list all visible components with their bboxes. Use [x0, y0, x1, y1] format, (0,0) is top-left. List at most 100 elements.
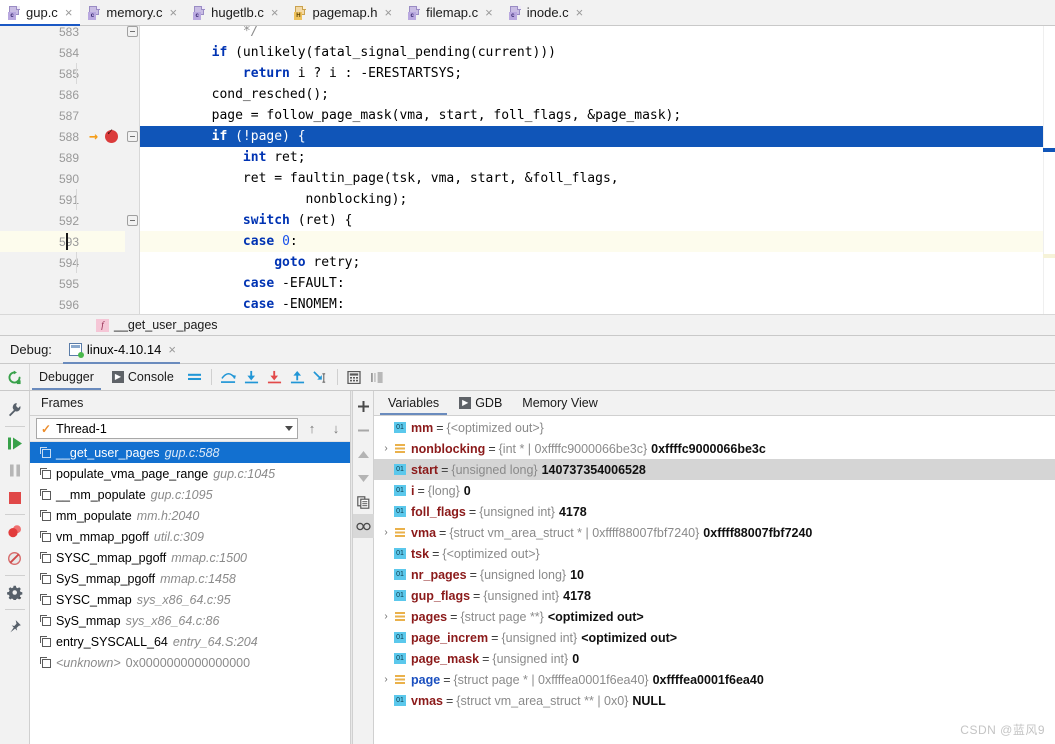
editor-scrollbar[interactable]	[1043, 26, 1055, 314]
frame-list-item[interactable]: __get_user_pages gup.c:588	[30, 442, 350, 463]
code-line[interactable]: 593 case 0:	[0, 231, 1055, 252]
frame-list-item[interactable]: SYSC_mmap_pgoff mmap.c:1500	[30, 547, 350, 568]
pin-tab-button[interactable]	[0, 613, 30, 640]
code-line[interactable]: 596 case -ENOMEM:	[0, 294, 1055, 314]
variable-row[interactable]: 01 vmas = {struct vm_area_struct ** | 0x0} N…	[374, 690, 1055, 711]
copy-value-button[interactable]	[353, 490, 374, 514]
variable-row[interactable]: 01 page_increm = {unsigned int} <optimized o…	[374, 627, 1055, 648]
force-step-into-button[interactable]	[263, 364, 286, 390]
editor-tab-pagemap-h[interactable]: Hpagemap.h ×	[286, 0, 400, 25]
step-into-button[interactable]	[240, 364, 263, 390]
frame-list-item[interactable]: mm_populate mm.h:2040	[30, 505, 350, 526]
expand-chevron-icon[interactable]: ›	[378, 443, 394, 454]
frame-list-item[interactable]: __mm_populate gup.c:1095	[30, 484, 350, 505]
code-line[interactable]: 594 goto retry;	[0, 252, 1055, 273]
add-watch-button[interactable]	[353, 394, 374, 418]
rerun-button[interactable]	[0, 364, 30, 390]
code-editor[interactable]: 583 */584 if (unlikely(fatal_signal_pend…	[0, 26, 1055, 314]
fold-column[interactable]	[125, 126, 140, 147]
variable-row[interactable]: › page = {struct page * | 0xffffea0001f6ea4…	[374, 669, 1055, 690]
close-tab-icon[interactable]: ×	[63, 6, 75, 19]
code-line[interactable]: 583 */	[0, 26, 1055, 42]
fold-collapse-icon[interactable]	[127, 26, 138, 37]
remove-watch-button[interactable]	[353, 418, 374, 442]
frame-list-item[interactable]: entry_SYSCALL_64 entry_64.S:204	[30, 631, 350, 652]
code-line[interactable]: 586 cond_resched();	[0, 84, 1055, 105]
settings-gear-button[interactable]	[0, 579, 30, 606]
close-tab-icon[interactable]: ×	[574, 6, 586, 19]
debug-tab-debugger[interactable]: Debugger	[30, 364, 103, 390]
frame-list-item[interactable]: populate_vma_page_range gup.c:1045	[30, 463, 350, 484]
variable-row[interactable]: 01 nr_pages = {unsigned long} 10	[374, 564, 1055, 585]
fold-column[interactable]	[125, 168, 140, 189]
fold-column[interactable]	[125, 252, 140, 273]
frames-list[interactable]: __get_user_pages gup.c:588 populate_vma_pa…	[30, 442, 350, 744]
frame-list-item[interactable]: SYSC_mmap sys_x86_64.c:95	[30, 589, 350, 610]
variable-row[interactable]: 01 foll_flags = {unsigned int} 4178	[374, 501, 1055, 522]
gutter-markers[interactable]	[85, 147, 125, 168]
close-session-icon[interactable]: ×	[166, 343, 178, 356]
variable-row[interactable]: 01 i = {long} 0	[374, 480, 1055, 501]
code-line[interactable]: 591 nonblocking);	[0, 189, 1055, 210]
move-down-button[interactable]	[353, 466, 374, 490]
fold-collapse-icon[interactable]	[127, 131, 138, 142]
variable-row[interactable]: 01 tsk = {<optimized out>}	[374, 543, 1055, 564]
frame-up-button[interactable]: ↑	[302, 421, 322, 436]
mute-breakpoints-button[interactable]	[366, 364, 389, 390]
frame-list-item[interactable]: vm_mmap_pgoff util.c:309	[30, 526, 350, 547]
fold-collapse-icon[interactable]	[127, 215, 138, 226]
settings-wrench-button[interactable]	[0, 396, 30, 423]
breadcrumb-symbol[interactable]: __get_user_pages	[114, 318, 218, 332]
gutter-markers[interactable]	[85, 189, 125, 210]
variable-row[interactable]: › pages = {struct page **} <optimized out>	[374, 606, 1055, 627]
gutter-markers[interactable]	[85, 105, 125, 126]
gutter-markers[interactable]: →	[85, 126, 125, 147]
close-tab-icon[interactable]: ×	[483, 6, 495, 19]
layout-settings-button[interactable]	[183, 364, 206, 390]
editor-tab-gup-c[interactable]: c gup.c ×	[0, 0, 81, 26]
code-line[interactable]: 585 return i ? i : -ERESTARTSYS;	[0, 63, 1055, 84]
expand-chevron-icon[interactable]: ›	[378, 611, 394, 622]
close-tab-icon[interactable]: ×	[269, 6, 281, 19]
expand-chevron-icon[interactable]: ›	[378, 527, 394, 538]
resume-program-button[interactable]	[0, 430, 30, 457]
editor-tab-hugetlb-c[interactable]: c hugetlb.c ×	[185, 0, 286, 25]
debug-session-tab[interactable]: linux-4.10.14 ×	[59, 336, 184, 364]
code-line[interactable]: 589 int ret;	[0, 147, 1055, 168]
view-breakpoints-button[interactable]	[0, 518, 30, 545]
debug-tab-console[interactable]: ▶ Console	[103, 364, 183, 390]
variables-list[interactable]: 01 mm = {<optimized out>} › nonblocking = {int …	[374, 416, 1055, 744]
fold-column[interactable]	[125, 84, 140, 105]
fold-column[interactable]	[125, 42, 140, 63]
code-line[interactable]: 592 switch (ret) {	[0, 210, 1055, 231]
fold-column[interactable]	[125, 147, 140, 168]
variables-tab-gdb[interactable]: ▶ GDB	[449, 391, 512, 415]
editor-tab-memory-c[interactable]: c memory.c ×	[80, 0, 185, 25]
mute-breakpoints-toggle[interactable]	[0, 545, 30, 572]
gutter-markers[interactable]	[85, 294, 125, 314]
code-line[interactable]: 587 page = follow_page_mask(vma, start, …	[0, 105, 1055, 126]
thread-dropdown[interactable]: ✓ Thread-1	[36, 418, 298, 439]
fold-column[interactable]	[125, 105, 140, 126]
step-over-button[interactable]	[217, 364, 240, 390]
gutter-markers[interactable]	[85, 273, 125, 294]
gutter-markers[interactable]	[85, 84, 125, 105]
code-line[interactable]: 590 ret = faultin_page(tsk, vma, start, …	[0, 168, 1055, 189]
code-line[interactable]: 588 → if (!page) {	[0, 126, 1055, 147]
close-tab-icon[interactable]: ×	[383, 6, 395, 19]
gutter-markers[interactable]	[85, 252, 125, 273]
frame-down-button[interactable]: ↓	[326, 421, 346, 436]
variable-row[interactable]: 01 page_mask = {unsigned int} 0	[374, 648, 1055, 669]
fold-column[interactable]	[125, 294, 140, 314]
variables-tab-memory-view[interactable]: Memory View	[512, 391, 607, 415]
fold-column[interactable]	[125, 63, 140, 84]
gutter-markers[interactable]	[85, 26, 125, 42]
breadcrumb[interactable]: f __get_user_pages	[0, 314, 1055, 336]
move-up-button[interactable]	[353, 442, 374, 466]
fold-column[interactable]	[125, 273, 140, 294]
frame-list-item[interactable]: <unknown> 0x0000000000000000	[30, 652, 350, 673]
gutter-markers[interactable]	[85, 168, 125, 189]
variable-row[interactable]: 01 mm = {<optimized out>}	[374, 417, 1055, 438]
fold-column[interactable]	[125, 26, 140, 42]
breakpoint-icon[interactable]	[105, 127, 118, 143]
